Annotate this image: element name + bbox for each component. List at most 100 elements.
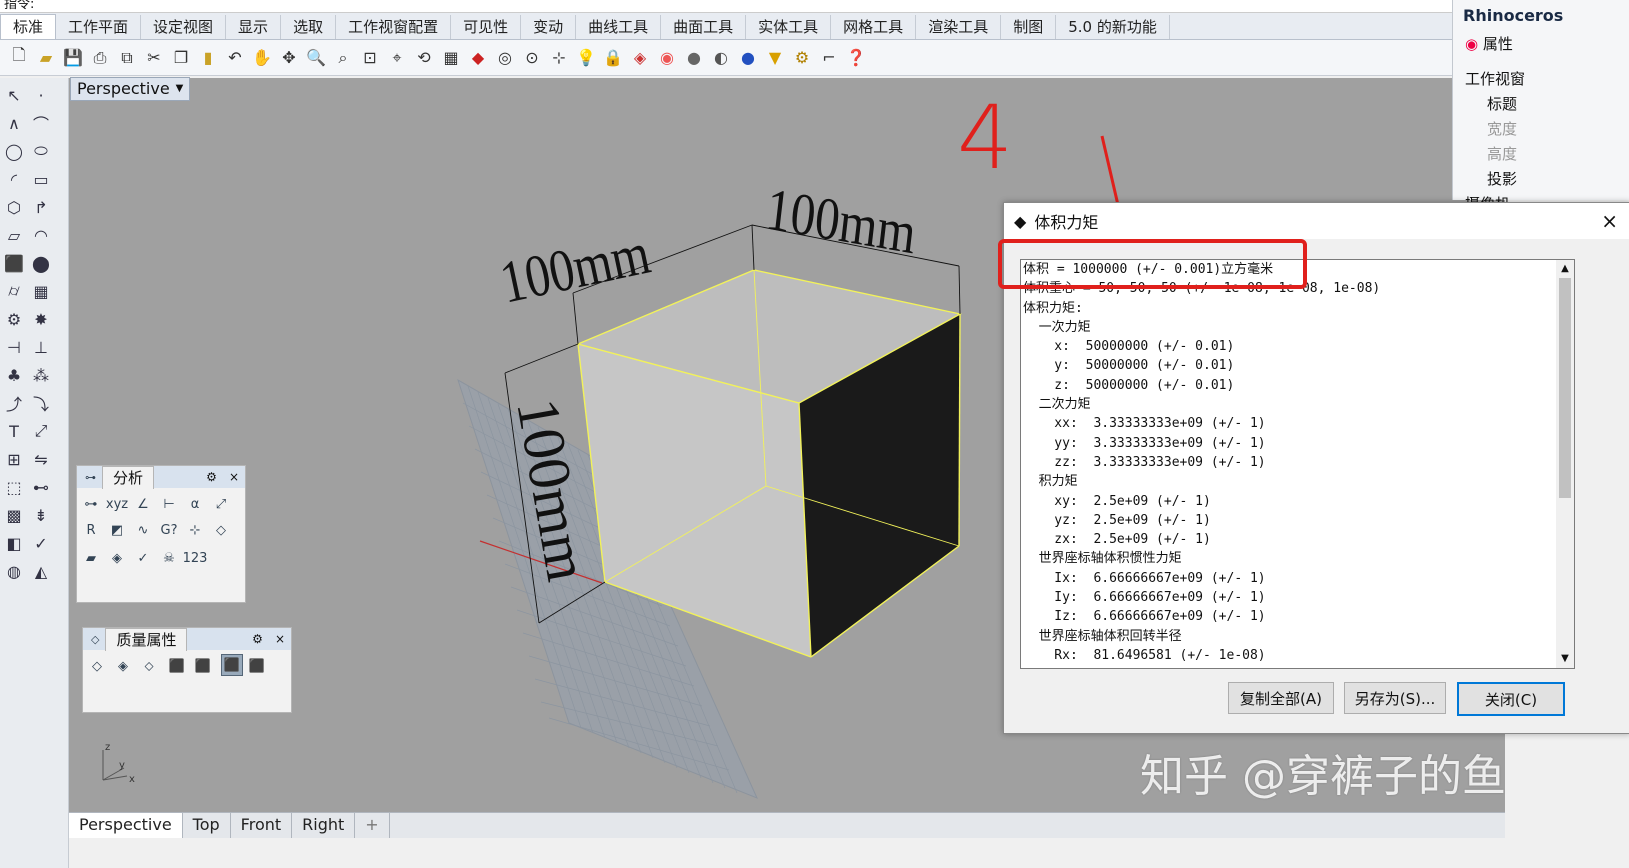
grid-array-icon[interactable]: ▩ (3, 504, 25, 526)
zoom-extents-icon[interactable]: ⊡ (359, 47, 381, 69)
render-sphere-icon[interactable]: ◐ (710, 47, 732, 69)
block-icon[interactable]: ⬚ (3, 476, 25, 498)
osnap-icon[interactable]: ⌐ (818, 47, 840, 69)
length-icon[interactable]: ⊢ (159, 494, 179, 514)
mass-panel-header[interactable]: ◇ 质量属性 ⚙ × (83, 627, 291, 651)
polygon-icon[interactable]: ⬡ (3, 196, 25, 218)
group-icon[interactable]: ♣ (3, 364, 25, 386)
viewport-title[interactable]: Perspective ▼ (70, 77, 191, 101)
rotate-view-icon[interactable]: ⟲ (413, 47, 435, 69)
trim-icon[interactable]: ⊣ (3, 336, 25, 358)
scroll-thumb[interactable] (1559, 278, 1571, 498)
tab-standard[interactable]: 标准 (0, 14, 57, 39)
text-icon[interactable]: T (3, 420, 25, 442)
fillet-curve-icon[interactable]: ↱ (30, 196, 52, 218)
tab-display[interactable]: 显示 (226, 15, 282, 39)
volume-centroid-icon[interactable]: ⬛ (193, 656, 213, 676)
select-arrow-icon[interactable]: ↖ (3, 84, 25, 106)
environment-map-icon[interactable]: ◈ (107, 548, 127, 568)
align-icon[interactable]: ⇟ (30, 504, 52, 526)
car-icon[interactable]: ◆ (467, 47, 489, 69)
render-icon[interactable]: ◍ (3, 560, 25, 582)
prop-projection[interactable]: 投影 (1453, 166, 1629, 191)
area-centroid-icon[interactable]: ◈ (113, 656, 133, 676)
zoom-window-icon[interactable]: ⌕ (332, 47, 354, 69)
curvature-graph-icon[interactable]: ∿ (133, 520, 153, 540)
curvature-icon[interactable]: α (185, 494, 205, 514)
cut-icon[interactable]: ✂ (143, 47, 165, 69)
array-icon[interactable]: ⊞ (3, 448, 25, 470)
snap-icon[interactable]: ⊹ (548, 47, 570, 69)
tab-drafting[interactable]: 制图 (1001, 15, 1057, 39)
tab-transform[interactable]: 变动 (521, 15, 577, 39)
vtab-front[interactable]: Front (231, 813, 293, 839)
circle-icon[interactable]: ◯ (3, 140, 25, 162)
filter-icon[interactable]: ▼ (764, 47, 786, 69)
new-file-icon[interactable]: 🗋 (8, 45, 30, 69)
close-button[interactable]: 关闭(C) (1457, 682, 1565, 716)
zebra-icon[interactable]: ▰ (81, 548, 101, 568)
caret-down-icon[interactable]: ▼ (176, 79, 184, 99)
revolve-icon[interactable]: ◠ (30, 224, 52, 246)
rectangle-icon[interactable]: ▭ (30, 168, 52, 190)
prop-title[interactable]: 标题 (1453, 91, 1629, 116)
arc-icon[interactable]: ◜ (3, 168, 25, 190)
fillet-icon[interactable]: ⤴ (3, 392, 25, 414)
point-icon[interactable]: · (30, 84, 52, 106)
mesh-icon[interactable]: ▦ (30, 280, 52, 302)
area-icon[interactable]: ◇ (87, 656, 107, 676)
explode-icon[interactable]: ✸ (30, 308, 52, 330)
scale-icon[interactable]: ⤢ (30, 420, 52, 442)
copy-icon[interactable]: ❐ (170, 47, 192, 69)
mass-panel-close-icon[interactable]: × (269, 632, 291, 646)
paint-icon[interactable]: ◭ (30, 560, 52, 582)
area-moments-icon[interactable]: ⬦ (139, 656, 159, 676)
tab-surface-tools[interactable]: 曲面工具 (661, 15, 747, 39)
dialog-close-icon[interactable]: × (1589, 209, 1629, 233)
blue-sphere-icon[interactable]: ● (737, 47, 759, 69)
surface-icon[interactable]: ▱ (3, 224, 25, 246)
results-textbox[interactable]: 体积 = 1000000 (+/- 0.001)立方毫米 体积重心 = 50, … (1020, 259, 1558, 669)
analyze-icon[interactable]: ◧ (3, 532, 25, 554)
open-folder-icon[interactable]: ▰ (35, 47, 57, 69)
light-bulb-icon[interactable]: 💡 (575, 47, 597, 69)
dimension-icon[interactable]: ⊷ (30, 476, 52, 498)
lock-icon[interactable]: 🔒 (602, 47, 624, 69)
shade-sphere-icon[interactable]: ● (683, 47, 705, 69)
vtab-right[interactable]: Right (292, 813, 356, 839)
print-icon[interactable]: ⎙ (89, 47, 111, 69)
skull-icon[interactable]: ☠ (159, 548, 179, 568)
export-icon[interactable]: ⧉ (116, 47, 138, 69)
split-icon[interactable]: ⊥ (30, 336, 52, 358)
vtab-top[interactable]: Top (183, 813, 231, 839)
radius-icon[interactable]: R (81, 520, 101, 540)
tab-new-in-v5[interactable]: 5.0 的新功能 (1056, 15, 1170, 39)
hydrostatics-icon[interactable]: ⬛ (247, 656, 267, 676)
draft-angle-icon[interactable]: ◩ (107, 520, 127, 540)
tab-cplanes[interactable]: 工作平面 (56, 15, 142, 39)
deviation-icon[interactable]: ⊹ (185, 520, 205, 540)
save-icon[interactable]: 💾 (62, 47, 84, 69)
check-objects-icon[interactable]: ✓ (133, 548, 153, 568)
results-scrollbar[interactable]: ▲ ▼ (1556, 259, 1575, 669)
help-icon[interactable]: ❓ (845, 47, 867, 69)
move-icon[interactable]: ✥ (278, 47, 300, 69)
ungroup-icon[interactable]: ⁂ (30, 364, 52, 386)
analysis-panel-header[interactable]: ⊶ 分析 ⚙ × (77, 465, 245, 489)
vtab-perspective[interactable]: Perspective (69, 813, 183, 839)
grid-icon[interactable]: ▦ (440, 47, 462, 69)
copy-all-button[interactable]: 复制全部(A) (1228, 682, 1334, 714)
check-icon[interactable]: ✓ (30, 532, 52, 554)
layer-icon[interactable]: ◈ (629, 47, 651, 69)
count-icon[interactable]: 123 (183, 548, 208, 568)
tab-curve-tools[interactable]: 曲线工具 (576, 15, 662, 39)
box-solid-icon[interactable]: ⬛ (3, 252, 25, 274)
save-as-button[interactable]: 另存为(S)... (1344, 682, 1446, 714)
chamfer-icon[interactable]: ⤵ (30, 392, 52, 414)
angle-icon[interactable]: ∠ (133, 494, 153, 514)
panel-close-icon[interactable]: × (223, 470, 245, 484)
zoom-icon[interactable]: 🔍 (305, 47, 327, 69)
curve-icon[interactable]: ⌒ (30, 112, 52, 134)
settings-gear-icon[interactable]: ⚙ (3, 308, 25, 330)
tab-solid-tools[interactable]: 实体工具 (746, 15, 832, 39)
